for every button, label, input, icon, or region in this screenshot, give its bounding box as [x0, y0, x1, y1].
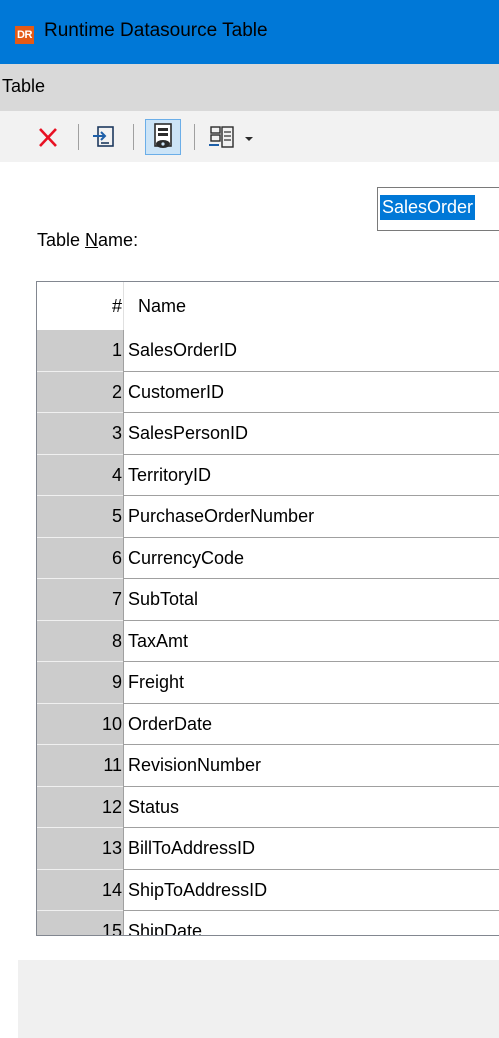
- header-divider: [123, 282, 124, 330]
- table-row[interactable]: 15 ShipDate: [37, 911, 499, 935]
- window-title: Runtime Datasource Table: [44, 20, 268, 41]
- table-row[interactable]: 6 CurrencyCode: [37, 537, 499, 579]
- grid-header: # Name: [37, 282, 499, 330]
- field-name-cell[interactable]: PurchaseOrderNumber: [123, 496, 499, 538]
- header-number[interactable]: #: [37, 282, 122, 330]
- import-button[interactable]: [89, 121, 121, 153]
- table-name-label: Table Name:: [37, 230, 139, 250]
- row-number[interactable]: 2: [37, 371, 123, 413]
- row-number[interactable]: 11: [37, 745, 123, 787]
- field-name-cell[interactable]: SalesOrderID: [123, 330, 499, 372]
- field-name-cell[interactable]: CurrencyCode: [123, 537, 499, 579]
- header-name[interactable]: Name: [138, 282, 186, 330]
- row-number[interactable]: 10: [37, 703, 123, 745]
- table-row[interactable]: 3 SalesPersonID: [37, 413, 499, 455]
- table-row[interactable]: 8 TaxAmt: [37, 620, 499, 662]
- row-number[interactable]: 15: [37, 911, 123, 935]
- grid-options-icon: [209, 126, 253, 148]
- row-number[interactable]: 9: [37, 662, 123, 704]
- field-name-cell[interactable]: ShipToAddressID: [123, 869, 499, 911]
- table-row[interactable]: 10 OrderDate: [37, 703, 499, 745]
- grid-rows: 1 SalesOrderID 2 CustomerID 3 SalesPersonID 4 T…: [37, 330, 499, 935]
- table-row[interactable]: 11 RevisionNumber: [37, 745, 499, 787]
- table-row[interactable]: 9 Freight: [37, 662, 499, 704]
- field-name-cell[interactable]: Freight: [123, 662, 499, 704]
- field-name-cell[interactable]: BillToAddressID: [123, 828, 499, 870]
- title-bar[interactable]: DR Runtime Datasource Table: [0, 0, 499, 64]
- row-number[interactable]: 4: [37, 454, 123, 496]
- delete-button[interactable]: [34, 121, 66, 153]
- table-row[interactable]: 5 PurchaseOrderNumber: [37, 496, 499, 538]
- field-name-cell[interactable]: OrderDate: [123, 703, 499, 745]
- toolbar-separator: [78, 124, 79, 150]
- preview-button[interactable]: [145, 119, 181, 155]
- field-name-cell[interactable]: Status: [123, 786, 499, 828]
- field-name-cell[interactable]: CustomerID: [123, 371, 499, 413]
- row-number[interactable]: 12: [37, 786, 123, 828]
- row-number[interactable]: 3: [37, 413, 123, 455]
- toolbar-separator: [133, 124, 134, 150]
- field-name-cell[interactable]: ShipDate: [123, 911, 499, 935]
- fields-grid[interactable]: # Name 1 SalesOrderID 2 CustomerID 3 SalesPer…: [36, 281, 499, 936]
- bottom-panel: [18, 960, 499, 1038]
- field-name-cell[interactable]: TaxAmt: [123, 620, 499, 662]
- table-row[interactable]: 12 Status: [37, 786, 499, 828]
- table-name-input[interactable]: SalesOrder: [377, 187, 499, 231]
- chevron-down-icon: [245, 137, 253, 141]
- row-number[interactable]: 13: [37, 828, 123, 870]
- menu-item-table[interactable]: Table: [2, 76, 45, 97]
- table-row[interactable]: 1 SalesOrderID: [37, 330, 499, 372]
- field-name-cell[interactable]: TerritoryID: [123, 454, 499, 496]
- table-row[interactable]: 13 BillToAddressID: [37, 828, 499, 870]
- field-name-cell[interactable]: SalesPersonID: [123, 413, 499, 455]
- field-name-cell[interactable]: RevisionNumber: [123, 745, 499, 787]
- row-number[interactable]: 14: [37, 869, 123, 911]
- table-row[interactable]: 4 TerritoryID: [37, 454, 499, 496]
- app-icon: DR: [15, 26, 34, 44]
- table-row[interactable]: 7 SubTotal: [37, 579, 499, 621]
- field-name-cell[interactable]: SubTotal: [123, 579, 499, 621]
- row-number[interactable]: 1: [37, 330, 123, 372]
- row-number[interactable]: 6: [37, 537, 123, 579]
- import-icon: [93, 126, 114, 147]
- table-row[interactable]: 2 CustomerID: [37, 371, 499, 413]
- row-number[interactable]: 5: [37, 496, 123, 538]
- preview-icon: [154, 123, 172, 148]
- row-number[interactable]: 8: [37, 620, 123, 662]
- table-name-value: SalesOrder: [380, 195, 476, 220]
- red-x-icon: [39, 128, 57, 147]
- table-row[interactable]: 14 ShipToAddressID: [37, 869, 499, 911]
- options-dropdown-button[interactable]: [205, 121, 263, 153]
- menu-bar: [0, 64, 499, 111]
- row-number[interactable]: 7: [37, 579, 123, 621]
- toolbar-separator: [194, 124, 195, 150]
